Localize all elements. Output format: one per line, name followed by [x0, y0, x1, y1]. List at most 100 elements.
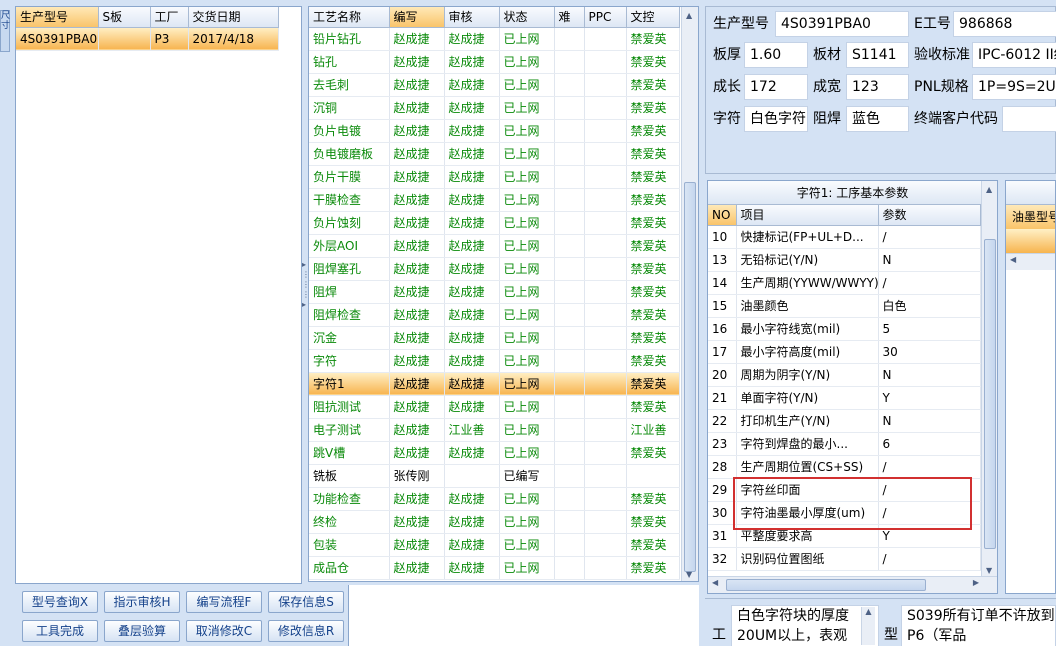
process-row[interactable]: 负片电镀 赵成捷 赵成捷 已上网 禁爱英 — [309, 119, 680, 143]
param-cell: 13 — [708, 248, 737, 272]
scroll-up-arrow[interactable]: ▲ — [686, 11, 692, 20]
tool-done-button[interactable]: 工具完成 — [22, 620, 98, 642]
process-cell: 已上网 — [499, 73, 555, 97]
param-row[interactable]: 32 识别码位置图纸 / — [708, 547, 981, 571]
col-no[interactable]: NO — [708, 205, 737, 226]
param-row[interactable]: 23 字符到焊盘的最小... 6 — [708, 432, 981, 456]
layer-check-button[interactable]: 叠层验算 — [104, 620, 180, 642]
scroll-thumb[interactable] — [684, 182, 696, 572]
ink-grid-hscroll[interactable]: ◀ — [1006, 253, 1055, 270]
param-cell: 最小字符线宽(mil) — [736, 317, 879, 341]
col-reviewer[interactable]: 审核 — [444, 7, 500, 28]
side-tab[interactable]: 尺寸 — [0, 10, 10, 52]
col-factory[interactable]: 工厂 — [150, 7, 189, 28]
eno-field[interactable]: 986868 — [953, 11, 1056, 37]
col-param[interactable]: 参数 — [878, 205, 981, 226]
process-row[interactable]: 字符 赵成捷 赵成捷 已上网 禁爱英 — [309, 349, 680, 373]
ink-grid-row[interactable] — [1006, 229, 1055, 253]
param-row[interactable]: 15 油墨颜色 白色 — [708, 294, 981, 318]
process-row[interactable]: 沉铜 赵成捷 赵成捷 已上网 禁爱英 — [309, 96, 680, 120]
pnl-field[interactable]: 1P=9S=2U — [972, 74, 1056, 100]
process-row[interactable]: 功能检查 赵成捷 赵成捷 已上网 禁爱英 — [309, 487, 680, 511]
left-side-strip: 尺寸 — [0, 0, 12, 646]
instruction-review-button[interactable]: 指示审核H — [104, 591, 180, 613]
process-row[interactable]: 铅片钻孔 赵成捷 赵成捷 已上网 禁爱英 — [309, 27, 680, 51]
param-cell: / — [878, 455, 981, 479]
param-row[interactable]: 13 无铅标记(Y/N) N — [708, 248, 981, 272]
process-row[interactable]: 终检 赵成捷 赵成捷 已上网 禁爱英 — [309, 510, 680, 534]
param-row[interactable]: 17 最小字符高度(mil) 30 — [708, 340, 981, 364]
notes-textbox[interactable]: 白色字符块的厚度20UM以上，表观 — [731, 605, 879, 646]
material-field[interactable]: S1141 — [846, 42, 909, 68]
param-row[interactable]: 10 快捷标记(FP+UL+D... / — [708, 225, 981, 249]
process-row[interactable]: 成品仓 赵成捷 赵成捷 已上网 禁爱英 — [309, 556, 680, 580]
process-row[interactable]: 字符1 赵成捷 赵成捷 已上网 禁爱英 — [309, 372, 680, 396]
col-process-name[interactable]: 工艺名称 — [309, 7, 390, 28]
scroll-left-arrow[interactable]: ◀ — [712, 578, 718, 587]
process-cell: 张传刚 — [389, 464, 445, 488]
param-row[interactable]: 21 单面字符(Y/N) Y — [708, 386, 981, 410]
process-row[interactable]: 阻焊 赵成捷 赵成捷 已上网 禁爱英 — [309, 280, 680, 304]
mask-field[interactable]: 蓝色 — [846, 106, 909, 132]
col-s-board[interactable]: S板 — [98, 7, 151, 28]
process-row[interactable]: 钻孔 赵成捷 赵成捷 已上网 禁爱英 — [309, 50, 680, 74]
scroll-right-arrow[interactable]: ▶ — [973, 578, 979, 587]
char-field[interactable]: 白色字符 — [744, 106, 808, 132]
col-delivery-date[interactable]: 交货日期 — [188, 7, 279, 28]
model-field[interactable]: 4S0391PBA0 — [775, 11, 909, 37]
process-cell: 去毛刺 — [309, 73, 390, 97]
process-row[interactable]: 负片蚀刻 赵成捷 赵成捷 已上网 禁爱英 — [309, 211, 680, 235]
cancel-edit-button[interactable]: 取消修改C — [186, 620, 262, 642]
process-row[interactable]: 干膜检查 赵成捷 赵成捷 已上网 禁爱英 — [309, 188, 680, 212]
process-row[interactable]: 跳V槽 赵成捷 赵成捷 已上网 禁爱英 — [309, 441, 680, 465]
hscroll-thumb[interactable] — [726, 579, 926, 591]
ink-grid-header[interactable]: 油墨型号 — [1006, 205, 1055, 229]
param-row[interactable]: 20 周期为阴字(Y/N) N — [708, 363, 981, 387]
process-row[interactable]: 阻抗测试 赵成捷 赵成捷 已上网 禁爱英 — [309, 395, 680, 419]
process-row[interactable]: 沉金 赵成捷 赵成捷 已上网 禁爱英 — [309, 326, 680, 350]
standard-field[interactable]: IPC-6012 II级 — [972, 42, 1056, 68]
param-grid-scrollbar[interactable]: ▲ ▼ — [981, 181, 997, 577]
scroll-up-arrow[interactable]: ▲ — [986, 185, 992, 194]
process-row[interactable]: 包装 赵成捷 赵成捷 已上网 禁爱英 — [309, 533, 680, 557]
order-row[interactable]: 4S0391PBA0 P3 2017/4/18 — [16, 27, 279, 51]
scroll-down-arrow[interactable]: ▼ — [986, 566, 992, 575]
process-cell: 电子测试 — [309, 418, 390, 442]
process-row[interactable]: 阻焊检查 赵成捷 赵成捷 已上网 禁爱英 — [309, 303, 680, 327]
process-row[interactable]: 电子测试 赵成捷 江业善 已上网 江业善 — [309, 418, 680, 442]
process-cell — [554, 188, 585, 212]
param-row[interactable]: 22 打印机生产(Y/N) N — [708, 409, 981, 433]
param-row[interactable]: 28 生产周期位置(CS+SS) / — [708, 455, 981, 479]
customer-field[interactable] — [1002, 106, 1056, 132]
col-author[interactable]: 编写 — [389, 7, 445, 28]
width-field[interactable]: 123 — [846, 74, 909, 100]
save-info-button[interactable]: 保存信息S — [268, 591, 344, 613]
edit-flow-button[interactable]: 编写流程F — [186, 591, 262, 613]
param-grid-hscroll[interactable]: ◀ ▶ — [708, 576, 997, 593]
process-cell: 禁爱英 — [626, 73, 680, 97]
process-grid-scrollbar[interactable]: ▲ ▼ — [681, 7, 698, 581]
remarks-textbox[interactable]: S039所有订单不许放到P6（军品 — [901, 605, 1056, 646]
col-doc-control[interactable]: 文控 — [626, 7, 680, 28]
scroll-thumb[interactable] — [984, 239, 996, 549]
process-row[interactable]: 阻焊塞孔 赵成捷 赵成捷 已上网 禁爱英 — [309, 257, 680, 281]
notes-scrollbar[interactable]: ▲ — [861, 607, 875, 645]
process-row[interactable]: 铣板 张传刚 已编写 — [309, 464, 680, 488]
col-ppc[interactable]: PPC — [584, 7, 627, 28]
thickness-field[interactable]: 1.60 — [744, 42, 808, 68]
col-status[interactable]: 状态 — [499, 7, 555, 28]
scroll-down-arrow[interactable]: ▼ — [686, 570, 692, 579]
scroll-left-arrow[interactable]: ◀ — [1010, 255, 1016, 264]
col-difficulty[interactable]: 难 — [554, 7, 585, 28]
process-row[interactable]: 外层AOI 赵成捷 赵成捷 已上网 禁爱英 — [309, 234, 680, 258]
col-model[interactable]: 生产型号 — [16, 7, 99, 28]
length-field[interactable]: 172 — [744, 74, 808, 100]
col-item[interactable]: 项目 — [736, 205, 879, 226]
process-row[interactable]: 去毛刺 赵成捷 赵成捷 已上网 禁爱英 — [309, 73, 680, 97]
process-row[interactable]: 负电镀磨板 赵成捷 赵成捷 已上网 禁爱英 — [309, 142, 680, 166]
process-row[interactable]: 负片干膜 赵成捷 赵成捷 已上网 禁爱英 — [309, 165, 680, 189]
edit-info-button[interactable]: 修改信息R — [268, 620, 344, 642]
param-row[interactable]: 16 最小字符线宽(mil) 5 — [708, 317, 981, 341]
model-query-button[interactable]: 型号查询X — [22, 591, 98, 613]
param-row[interactable]: 14 生产周期(YYWW/WWYY) / — [708, 271, 981, 295]
